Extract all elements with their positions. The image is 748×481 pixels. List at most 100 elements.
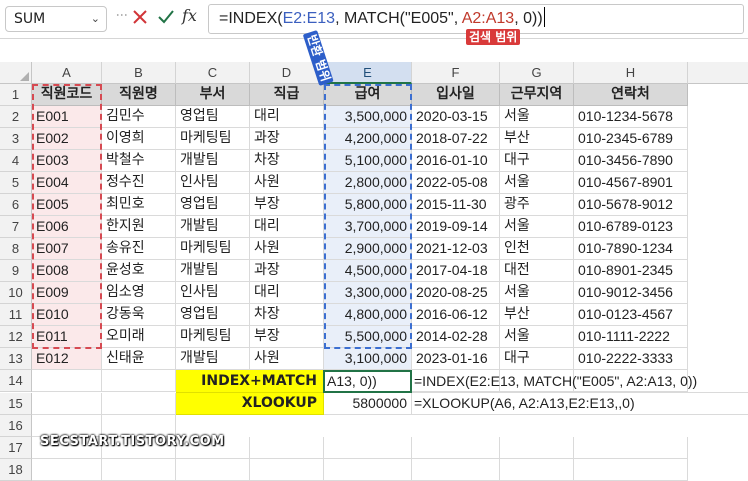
table-cell[interactable]: 대구 bbox=[500, 150, 574, 172]
row-header-16[interactable]: 16 bbox=[0, 415, 32, 437]
table-cell[interactable]: 인사팀 bbox=[176, 282, 250, 304]
row-header-10[interactable]: 10 bbox=[0, 282, 32, 304]
table-cell[interactable]: 010-6789-0123 bbox=[574, 216, 688, 238]
empty-cell[interactable] bbox=[500, 459, 574, 481]
column-header-b[interactable]: B bbox=[102, 62, 176, 84]
more-options-icon[interactable]: ⋮ bbox=[115, 9, 129, 20]
insert-function-icon[interactable]: fx bbox=[182, 6, 197, 25]
table-cell[interactable]: 오미래 bbox=[102, 326, 176, 348]
table-cell[interactable]: 010-3456-7890 bbox=[574, 150, 688, 172]
empty-cell[interactable] bbox=[32, 393, 102, 415]
table-cell[interactable]: 2,800,000 bbox=[324, 172, 412, 194]
row-header-1[interactable]: 1 bbox=[0, 84, 32, 106]
column-header-f[interactable]: F bbox=[412, 62, 500, 84]
empty-cell[interactable] bbox=[250, 437, 324, 459]
column-header-h[interactable]: H bbox=[574, 62, 688, 84]
column-header-a[interactable]: A bbox=[32, 62, 102, 84]
table-cell[interactable]: 마케팅팀 bbox=[176, 326, 250, 348]
table-header-cell[interactable]: 직원명 bbox=[102, 84, 176, 106]
table-cell[interactable]: 개발팀 bbox=[176, 260, 250, 282]
row-header-13[interactable]: 13 bbox=[0, 348, 32, 370]
row-header-7[interactable]: 7 bbox=[0, 216, 32, 238]
column-header-c[interactable]: C bbox=[176, 62, 250, 84]
empty-cell[interactable] bbox=[574, 459, 688, 481]
table-cell[interactable]: 과장 bbox=[250, 260, 324, 282]
table-cell[interactable]: 부장 bbox=[250, 194, 324, 216]
empty-cell[interactable] bbox=[102, 459, 176, 481]
table-cell[interactable]: 2015-11-30 bbox=[412, 194, 500, 216]
table-cell[interactable]: 임소영 bbox=[102, 282, 176, 304]
table-cell[interactable]: 개발팀 bbox=[176, 150, 250, 172]
table-cell[interactable]: E007 bbox=[32, 238, 102, 260]
row-header-9[interactable]: 9 bbox=[0, 260, 32, 282]
table-cell[interactable]: 과장 bbox=[250, 128, 324, 150]
table-cell[interactable]: 서울 bbox=[500, 172, 574, 194]
table-cell[interactable]: E002 bbox=[32, 128, 102, 150]
table-cell[interactable]: 사원 bbox=[250, 172, 324, 194]
table-cell[interactable]: 영업팀 bbox=[176, 106, 250, 128]
table-cell[interactable]: 2021-12-03 bbox=[412, 238, 500, 260]
table-cell[interactable]: 부장 bbox=[250, 326, 324, 348]
table-cell[interactable]: 4,800,000 bbox=[324, 304, 412, 326]
table-cell[interactable]: 최민호 bbox=[102, 194, 176, 216]
row-header-2[interactable]: 2 bbox=[0, 106, 32, 128]
table-cell[interactable]: 강동욱 bbox=[102, 304, 176, 326]
enter-check-icon[interactable] bbox=[157, 8, 175, 26]
table-cell[interactable]: 3,300,000 bbox=[324, 282, 412, 304]
table-cell[interactable]: E004 bbox=[32, 172, 102, 194]
table-cell[interactable]: 3,100,000 bbox=[324, 348, 412, 370]
table-cell[interactable]: 010-8901-2345 bbox=[574, 260, 688, 282]
table-cell[interactable]: 김민수 bbox=[102, 106, 176, 128]
row-header-12[interactable]: 12 bbox=[0, 326, 32, 348]
table-header-cell[interactable]: 부서 bbox=[176, 84, 250, 106]
table-cell[interactable]: 부산 bbox=[500, 128, 574, 150]
row-header-5[interactable]: 5 bbox=[0, 172, 32, 194]
table-cell[interactable]: 2019-09-14 bbox=[412, 216, 500, 238]
table-cell[interactable]: 2,900,000 bbox=[324, 238, 412, 260]
table-header-cell[interactable]: 연락처 bbox=[574, 84, 688, 106]
table-cell[interactable]: 2016-06-12 bbox=[412, 304, 500, 326]
table-cell[interactable]: 대구 bbox=[500, 348, 574, 370]
index-match-label[interactable]: INDEX+MATCH bbox=[176, 370, 324, 393]
table-cell[interactable]: 차장 bbox=[250, 150, 324, 172]
table-header-cell[interactable]: 근무지역 bbox=[500, 84, 574, 106]
table-cell[interactable]: 2022-05-08 bbox=[412, 172, 500, 194]
table-cell[interactable]: 개발팀 bbox=[176, 216, 250, 238]
table-cell[interactable]: 박철수 bbox=[102, 150, 176, 172]
empty-cell[interactable] bbox=[32, 459, 102, 481]
index-match-formula-text[interactable]: =INDEX(E2:E13, MATCH("E005", A2:A13, 0)) bbox=[412, 370, 748, 393]
row-header-17[interactable]: 17 bbox=[0, 437, 32, 459]
table-cell[interactable]: 2018-07-22 bbox=[412, 128, 500, 150]
table-cell[interactable]: 마케팅팀 bbox=[176, 238, 250, 260]
table-cell[interactable]: 3,700,000 bbox=[324, 216, 412, 238]
empty-cell[interactable] bbox=[500, 437, 574, 459]
table-cell[interactable]: 인천 bbox=[500, 238, 574, 260]
cancel-icon[interactable] bbox=[131, 8, 149, 26]
table-cell[interactable]: 5,500,000 bbox=[324, 326, 412, 348]
table-cell[interactable]: 사원 bbox=[250, 238, 324, 260]
chevron-down-icon[interactable]: ⌄ bbox=[91, 7, 100, 31]
table-cell[interactable]: 마케팅팀 bbox=[176, 128, 250, 150]
row-header-3[interactable]: 3 bbox=[0, 128, 32, 150]
table-cell[interactable]: 차장 bbox=[250, 304, 324, 326]
empty-cell[interactable] bbox=[574, 437, 688, 459]
empty-cell[interactable] bbox=[324, 459, 412, 481]
table-cell[interactable]: 개발팀 bbox=[176, 348, 250, 370]
table-cell[interactable]: 광주 bbox=[500, 194, 574, 216]
table-cell[interactable]: 영업팀 bbox=[176, 194, 250, 216]
table-cell[interactable]: 010-2345-6789 bbox=[574, 128, 688, 150]
table-cell[interactable]: E006 bbox=[32, 216, 102, 238]
table-cell[interactable]: 2017-04-18 bbox=[412, 260, 500, 282]
table-cell[interactable]: 2020-03-15 bbox=[412, 106, 500, 128]
table-header-cell[interactable]: 직원코드 bbox=[32, 84, 102, 106]
table-cell[interactable]: E003 bbox=[32, 150, 102, 172]
column-header-e[interactable]: E bbox=[324, 62, 412, 84]
table-cell[interactable]: 010-7890-1234 bbox=[574, 238, 688, 260]
table-header-cell[interactable]: 급여 bbox=[324, 84, 412, 106]
table-cell[interactable]: E010 bbox=[32, 304, 102, 326]
table-cell[interactable]: 010-9012-3456 bbox=[574, 282, 688, 304]
table-cell[interactable]: E005 bbox=[32, 194, 102, 216]
table-cell[interactable]: 2023-01-16 bbox=[412, 348, 500, 370]
table-cell[interactable]: 5,100,000 bbox=[324, 150, 412, 172]
index-match-edit-cell[interactable]: A13, 0)) bbox=[324, 370, 412, 393]
